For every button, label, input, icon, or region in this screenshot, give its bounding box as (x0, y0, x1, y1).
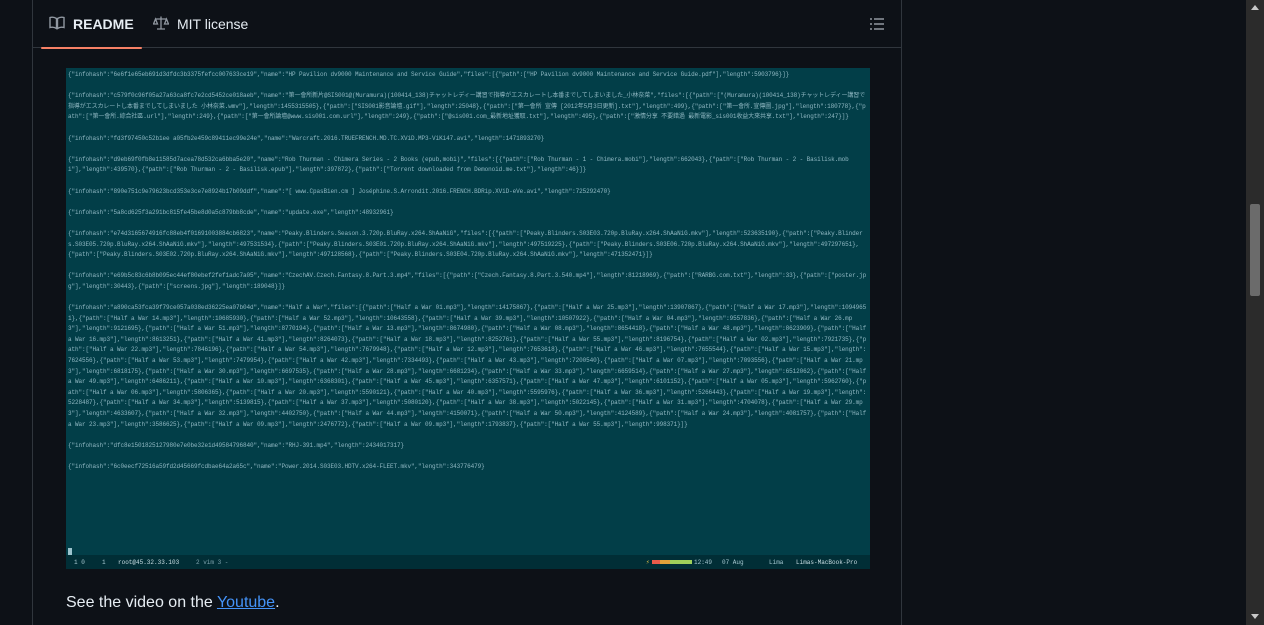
scroll-down-arrow-icon[interactable] (1251, 614, 1259, 619)
status-window: 2 vim 3 - (196, 559, 229, 566)
status-date: 07 Aug (722, 559, 744, 566)
status-user: Lima (769, 559, 784, 566)
scrollbar-thumb[interactable] (1250, 204, 1260, 296)
readme-panel: README MIT license {"infohash":"6e6f1e65… (32, 0, 902, 625)
status-session: 1 0 (74, 559, 85, 566)
status-pane: 1 (102, 559, 106, 566)
terminal-line: {"infohash":"a890ca53fca39f79ce057a038ed… (68, 304, 870, 428)
terminal-line: {"infohash":"5a8cd625f3a291bc815fe45be8d… (68, 208, 394, 216)
terminal-cursor (68, 548, 72, 555)
terminal-line: {"infohash":"6e6f1e65eb691d3dfdc3b3375fe… (68, 71, 790, 78)
terminal-line: {"infohash":"d9eb69f0fb8e11585d7acea78d5… (68, 155, 849, 174)
terminal-line: {"infohash":"e69b5c83c6b8b095ec44ef80ebe… (68, 272, 867, 290)
scroll-up-arrow-icon[interactable] (1251, 5, 1259, 10)
readme-tabbar: README MIT license (33, 0, 901, 49)
lightning-icon: ⚡ (646, 559, 650, 566)
terminal-line: {"infohash":"e74d3165674916fc88eb4f01691… (68, 229, 863, 259)
battery-meter (652, 560, 692, 564)
terminal-output: {"infohash":"6e6f1e65eb691d3dfdc3b3375fe… (68, 70, 868, 483)
terminal-line: {"infohash":"890e751c9e79623bcd353e3ce7e… (68, 187, 611, 195)
status-machine: Limas-MacBook-Pro (796, 559, 858, 566)
terminal-screenshot: {"infohash":"6e6f1e65eb691d3dfdc3b3375fe… (66, 68, 870, 569)
tab-license-label: MIT license (177, 16, 249, 32)
table-of-contents-icon[interactable] (869, 16, 885, 32)
terminal-line: {"infohash":"fd3f97450c52b1ee a05fb2e459… (68, 134, 545, 142)
terminal-line: {"infohash":"6c0eecf72516a59fd2d45669fcd… (68, 462, 485, 470)
book-icon (49, 15, 65, 34)
tab-readme[interactable]: README (41, 0, 142, 49)
tab-readme-label: README (73, 16, 134, 32)
status-time: 12:49 (694, 559, 713, 566)
terminal-line: {"infohash":"c579f0c96f05a27a63ca8fc7e2c… (68, 92, 866, 121)
page-scrollbar[interactable] (1246, 0, 1264, 625)
tmux-status-bar: 1 0 1 root@45.32.33.103 2 vim 3 - ⚡ 12:4… (66, 555, 870, 569)
terminal-line: {"infohash":"dfc8e1501825127980e7e0be32e… (68, 441, 405, 449)
status-host: root@45.32.33.103 (118, 559, 180, 566)
video-note: See the video on the Youtube. (66, 594, 280, 612)
scale-icon (152, 15, 170, 34)
video-note-prefix: See the video on the (66, 594, 217, 611)
video-note-suffix: . (275, 594, 280, 611)
youtube-link[interactable]: Youtube (217, 594, 275, 611)
tab-license[interactable]: MIT license (152, 0, 249, 48)
